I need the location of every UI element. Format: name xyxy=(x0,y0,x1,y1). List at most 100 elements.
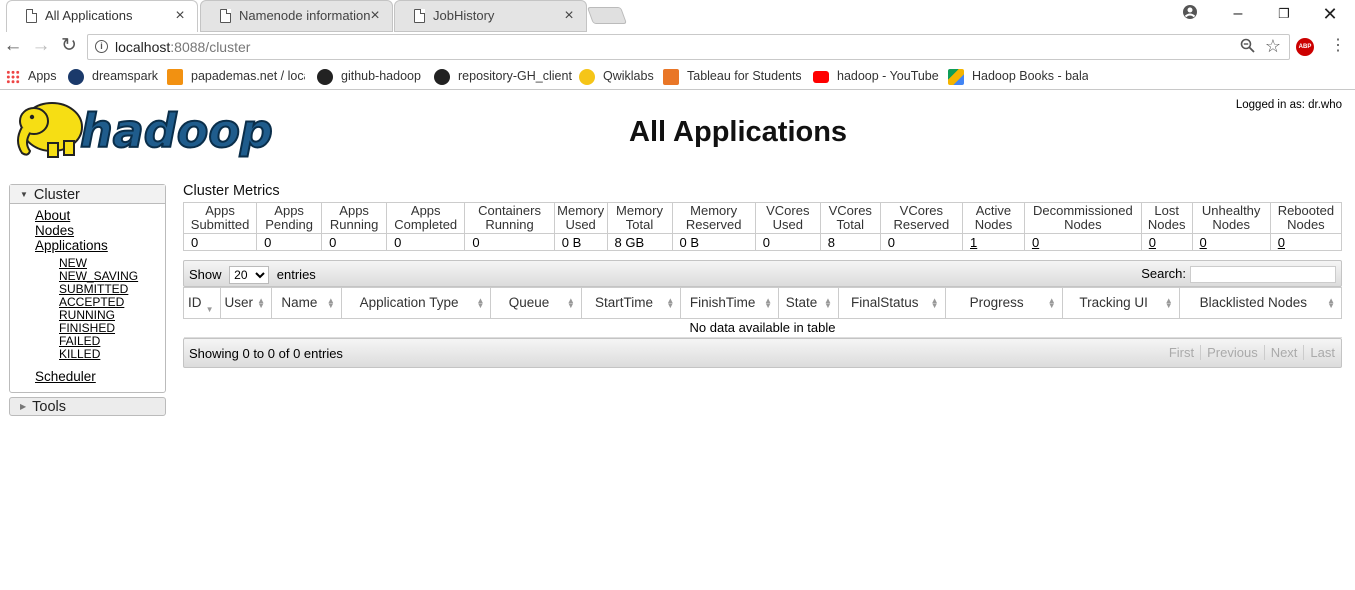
nav-link-about[interactable]: About xyxy=(35,208,165,223)
column-header[interactable]: Progress ▲ ▼ xyxy=(944,287,1063,319)
dreamspark-icon xyxy=(68,68,84,85)
metrics-value: 0 xyxy=(1191,233,1271,251)
nav-link-nodes[interactable]: Nodes xyxy=(35,223,165,238)
metrics-value: 8 GB xyxy=(606,233,673,251)
youtube-icon xyxy=(813,70,829,83)
sort-icon: ▲ ▼ xyxy=(1164,296,1173,310)
nav-link-applications[interactable]: Applications xyxy=(35,238,165,253)
tab-all-applications[interactable]: All Applications × xyxy=(6,0,198,32)
entries-select[interactable]: 20 xyxy=(229,266,270,284)
column-header[interactable]: Name ▲ ▼ xyxy=(271,287,342,319)
metrics-value: 8 xyxy=(819,233,881,251)
address-bar[interactable]: i localhost:8088/cluster ☆ xyxy=(87,34,1290,60)
search-control: Search: xyxy=(1141,266,1336,284)
table-footer: Showing 0 to 0 of 0 entries First Previou… xyxy=(183,338,1342,368)
metrics-header: Unhealthy Nodes xyxy=(1191,202,1271,234)
nav-link-state-killed[interactable]: KILLED xyxy=(59,348,165,361)
applications-table: ID ▼ User ▲ ▼ Name ▲ ▼ Application Type ▲ ▼ Queue ▲ ▼… xyxy=(183,287,1343,338)
nav-link-scheduler[interactable]: Scheduler xyxy=(35,369,165,384)
bookmark-github-hadoop[interactable]: github-hadoop xyxy=(317,67,421,85)
metrics-header: Memory Used xyxy=(553,202,608,234)
pager-next[interactable]: Next xyxy=(1263,345,1304,360)
metrics-value-link[interactable]: 0 xyxy=(1149,235,1156,250)
sort-icon: ▲ ▼ xyxy=(326,296,335,310)
search-input[interactable] xyxy=(1190,266,1336,284)
metrics-value: 0 xyxy=(464,233,555,251)
bookmark-hadoop-youtube[interactable]: hadoop - YouTube xyxy=(813,67,939,85)
browser-tab-bar: All Applications × Namenode information … xyxy=(0,0,1355,32)
hadoop-wordmark: hadoop xyxy=(80,104,273,158)
metrics-header: Rebooted Nodes xyxy=(1269,202,1343,234)
window-close-icon[interactable]: ✕ xyxy=(1320,4,1340,24)
url-text[interactable]: localhost:8088/cluster xyxy=(115,39,250,55)
column-header[interactable]: FinalStatus ▲ ▼ xyxy=(837,287,946,319)
empty-table-message: No data available in table xyxy=(183,318,1342,338)
close-icon[interactable]: × xyxy=(562,8,576,24)
pager-first[interactable]: First xyxy=(1163,345,1200,360)
tab-label: All Applications xyxy=(45,8,133,23)
metrics-header: VCores Total xyxy=(819,202,881,234)
column-header[interactable]: Application Type ▲ ▼ xyxy=(340,287,492,319)
metrics-header: Containers Running xyxy=(464,202,555,234)
metrics-value: 0 xyxy=(386,233,466,251)
menu-icon[interactable]: ⋮ xyxy=(1330,36,1346,56)
metrics-header: Memory Total xyxy=(606,202,673,234)
pager-last[interactable]: Last xyxy=(1303,345,1341,360)
sort-icon: ▲ ▼ xyxy=(824,296,832,310)
restore-icon[interactable]: ❐ xyxy=(1274,4,1294,24)
profile-icon[interactable] xyxy=(1180,4,1200,24)
column-header[interactable]: Tracking UI ▲ ▼ xyxy=(1061,287,1180,319)
forward-icon[interactable]: → xyxy=(30,36,52,58)
adblock-plus-icon[interactable]: ABP xyxy=(1296,38,1314,56)
bookmark-star-icon[interactable]: ☆ xyxy=(1265,36,1281,57)
tab-label: Namenode information xyxy=(239,8,371,23)
metrics-value-link[interactable]: 0 xyxy=(1278,235,1285,250)
back-icon[interactable]: ← xyxy=(2,36,24,58)
column-header[interactable]: Queue ▲ ▼ xyxy=(490,287,582,319)
metrics-value-link[interactable]: 1 xyxy=(970,235,977,250)
metrics-value: 0 xyxy=(1140,233,1193,251)
bookmark-hadoop-books[interactable]: Hadoop Books - bala xyxy=(948,67,1088,85)
tab-jobhistory[interactable]: JobHistory × xyxy=(394,0,587,32)
bookmark-repository-gh-client[interactable]: repository-GH_client xyxy=(434,67,572,85)
cluster-header[interactable]: ▼ Cluster xyxy=(10,185,165,204)
close-icon[interactable]: × xyxy=(368,8,382,24)
bookmark-papademas[interactable]: papademas.net / loca xyxy=(167,67,305,85)
column-header[interactable]: State ▲ ▼ xyxy=(778,287,839,319)
column-header[interactable]: FinishTime ▲ ▼ xyxy=(680,287,780,319)
column-header[interactable]: StartTime ▲ ▼ xyxy=(580,287,682,319)
bookmark-qwiklabs[interactable]: Qwiklabs xyxy=(579,67,654,85)
tab-namenode-information[interactable]: Namenode information × xyxy=(200,0,393,32)
page-content: hadoop Logged in as: dr.who All Applicat… xyxy=(0,91,1355,590)
metrics-value-link[interactable]: 0 xyxy=(1200,235,1207,250)
info-icon[interactable]: i xyxy=(95,40,108,53)
reload-icon[interactable]: ↻ xyxy=(58,36,80,58)
sort-icon: ▲ ▼ xyxy=(1327,296,1335,310)
zoom-icon[interactable] xyxy=(1240,38,1255,58)
column-header[interactable]: Blacklisted Nodes ▲ ▼ xyxy=(1178,287,1343,319)
pagination: First Previous Next Last xyxy=(1163,345,1341,360)
hadoop-logo[interactable]: hadoop xyxy=(12,97,280,163)
new-tab-button[interactable] xyxy=(586,7,628,24)
bookmark-apps[interactable]: Apps xyxy=(6,67,57,85)
sort-icon: ▲ ▼ xyxy=(1047,296,1056,310)
metrics-header: Decommissioned Nodes xyxy=(1023,202,1142,234)
tools-header[interactable]: ▶ Tools xyxy=(9,397,166,416)
metrics-header: Lost Nodes xyxy=(1140,202,1193,234)
metrics-value: 0 B xyxy=(553,233,608,251)
metrics-value: 0 xyxy=(182,233,258,251)
column-header[interactable]: User ▲ ▼ xyxy=(219,287,273,319)
close-icon[interactable]: × xyxy=(173,8,187,24)
sort-desc-icon: ▼ xyxy=(205,305,214,314)
page-icon xyxy=(220,9,231,23)
metrics-header: Apps Submitted xyxy=(182,202,258,234)
sort-icon: ▲ ▼ xyxy=(930,296,939,310)
sort-icon: ▲ ▼ xyxy=(764,296,773,310)
pager-previous[interactable]: Previous xyxy=(1200,345,1264,360)
page-icon xyxy=(26,9,37,23)
bookmark-tableau[interactable]: Tableau for Students xyxy=(663,67,801,85)
minimize-icon[interactable]: – xyxy=(1228,4,1248,24)
metrics-value-link[interactable]: 0 xyxy=(1032,235,1039,250)
column-header[interactable]: ID ▼ xyxy=(183,287,221,319)
bookmark-dreamspark[interactable]: dreamspark xyxy=(68,67,158,85)
